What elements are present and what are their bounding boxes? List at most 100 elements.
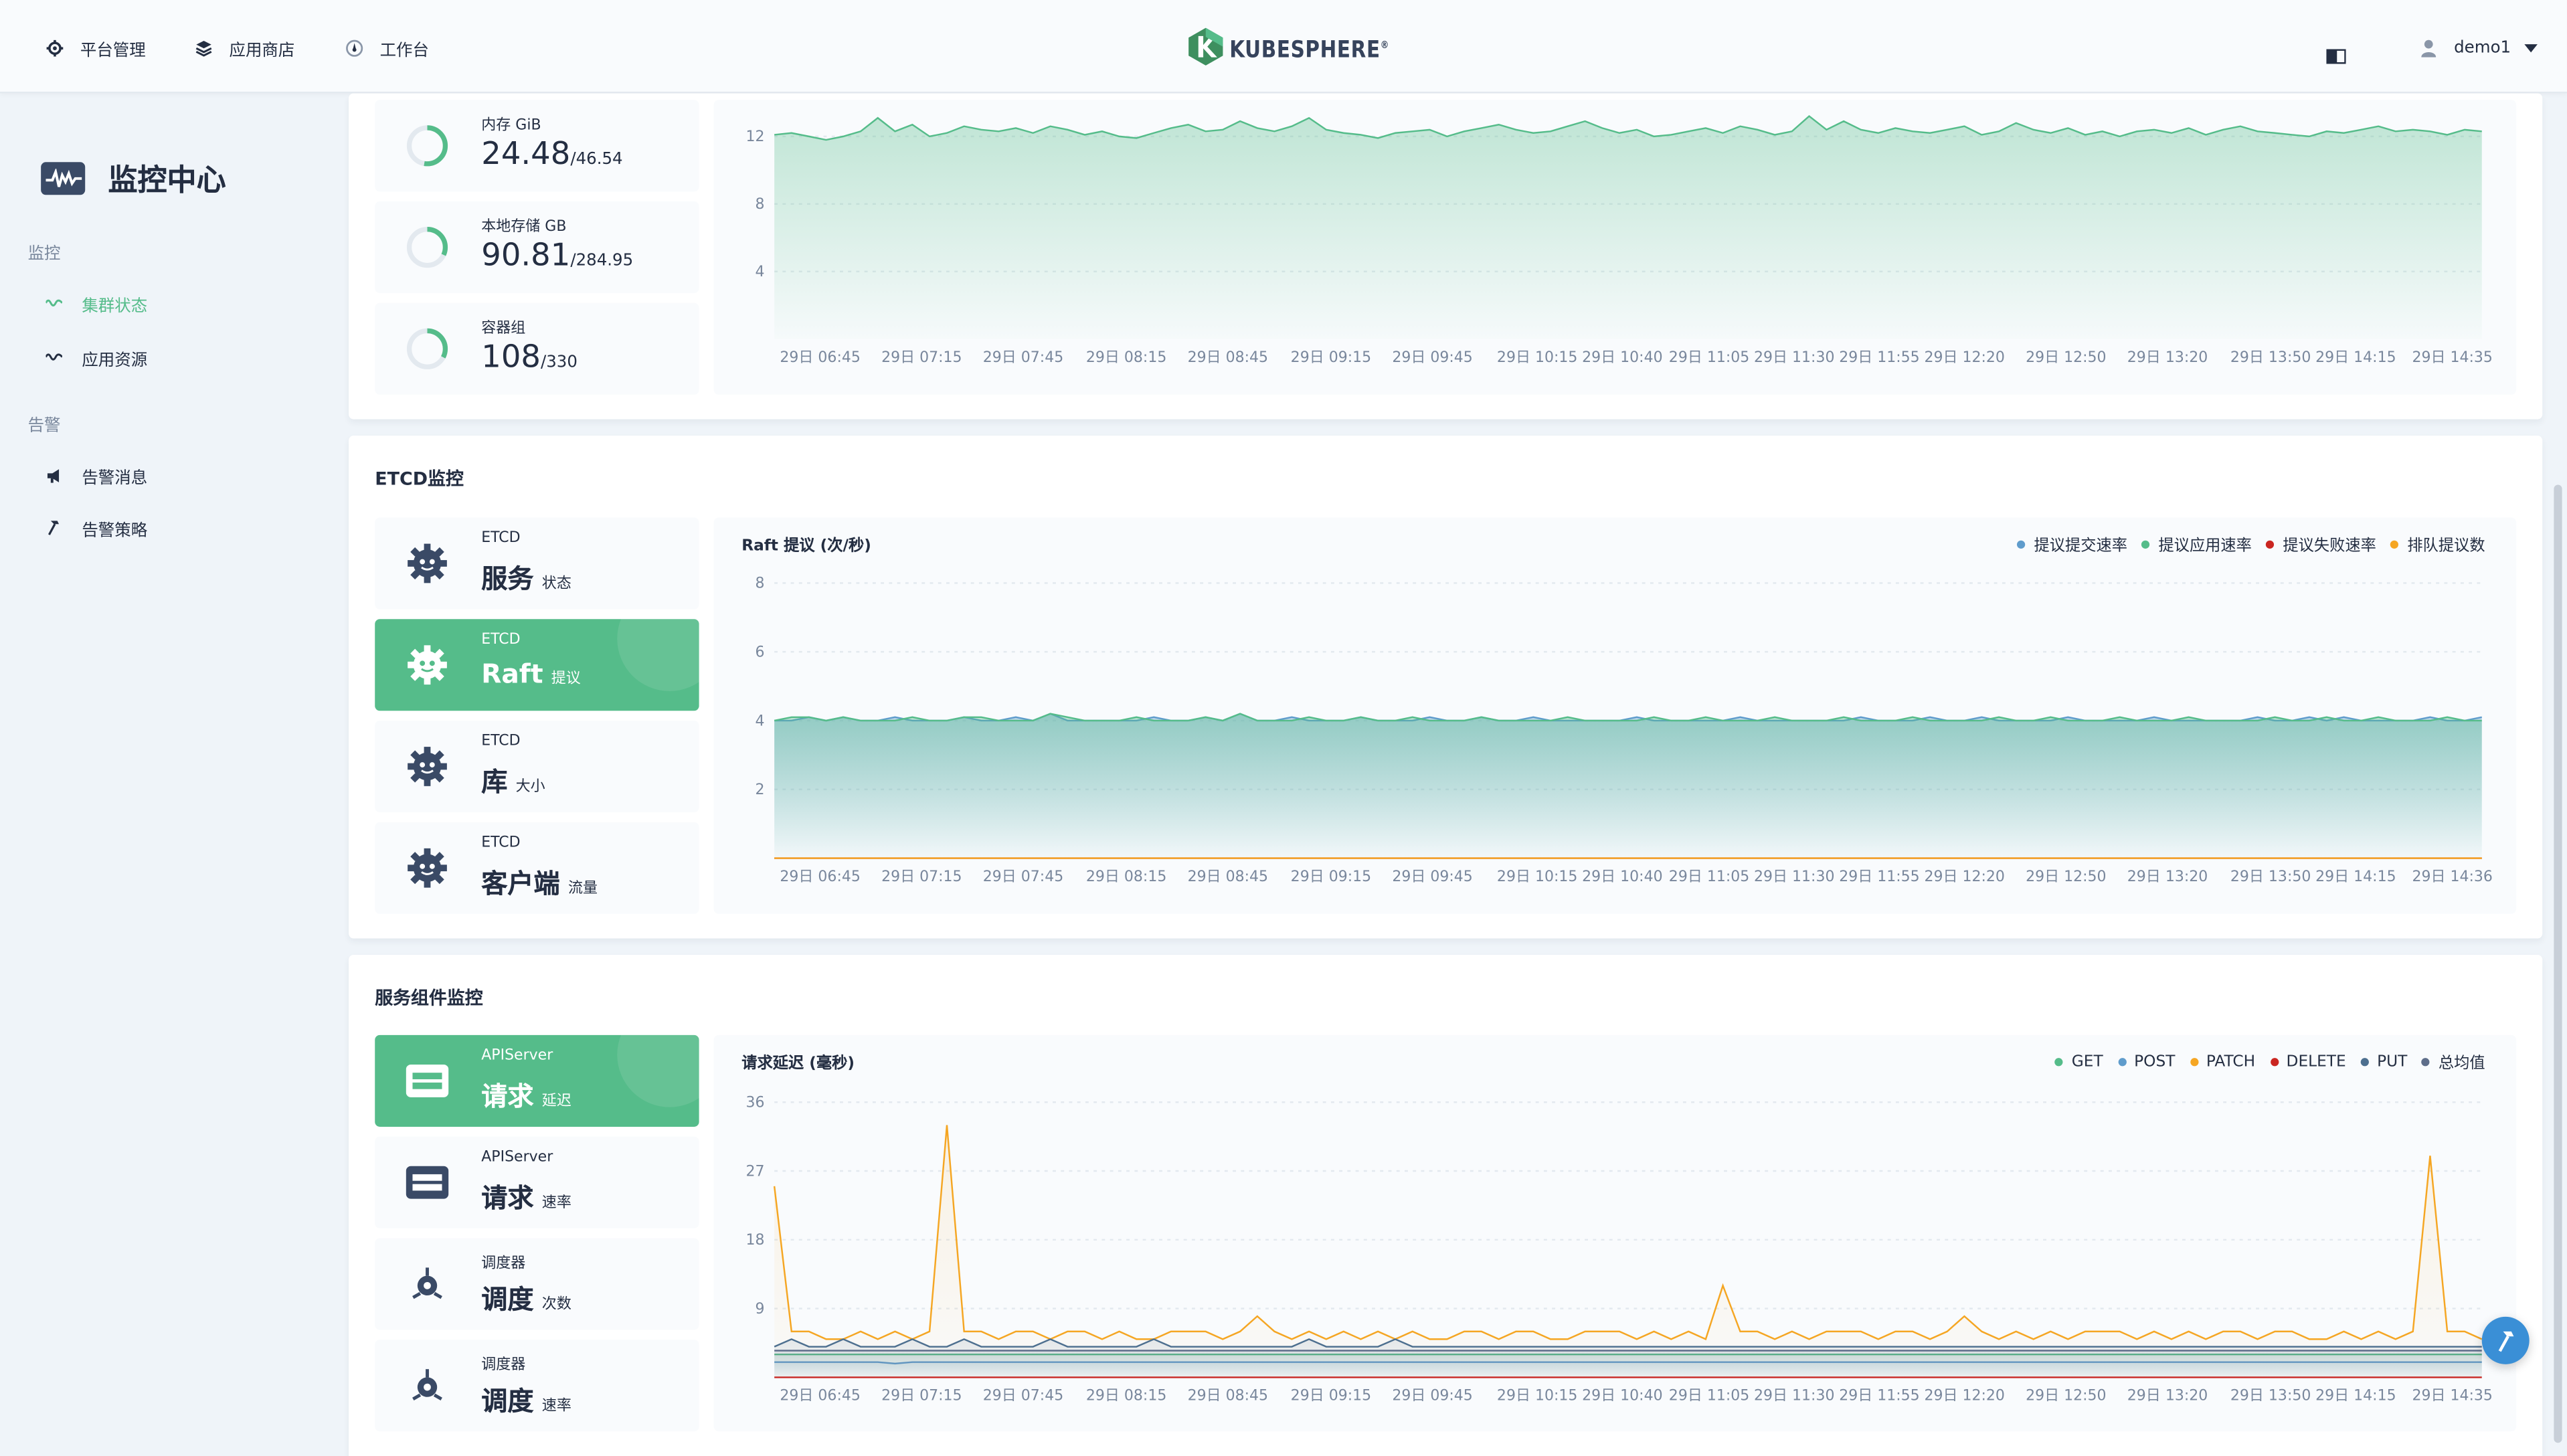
resource-chart-svg: 4 8 12 29日 06:45 29日 07:15 29日 07:45 29日 08:15… — [745, 114, 2493, 366]
y-tick-label: 4 — [755, 713, 764, 729]
etcd-panel-title: ETCD监控 — [375, 468, 464, 490]
card-main: 库大小 — [481, 766, 545, 798]
apiserver-request-latency-card[interactable]: APIServer 请求 延迟 — [375, 1034, 699, 1127]
etcd-icon — [404, 743, 450, 790]
x-tick-label: 29日 11:05 — [1669, 349, 1749, 366]
card-label: ETCD — [481, 632, 521, 649]
workbench-icon — [344, 37, 363, 57]
user-icon — [2421, 39, 2437, 57]
card-main: 请求 延迟 — [481, 1081, 571, 1112]
x-tick-label: 29日 06:45 — [780, 349, 860, 366]
x-tick-label: 29日 11:55 — [1839, 1388, 1919, 1404]
x-tick-label: 29日 10:15 — [1497, 869, 1577, 885]
chevron-down-icon — [2524, 43, 2538, 52]
sidebar-item-alert-messages[interactable]: 告警消息 — [46, 462, 147, 488]
x-tick-label: 29日 07:45 — [983, 349, 1063, 366]
series-area — [774, 1125, 2482, 1378]
apiserver-request-rate-card[interactable]: APIServer 请求 速率 — [375, 1136, 699, 1228]
x-tick-label: 29日 08:15 — [1086, 1388, 1166, 1404]
raft-proposal-chart[interactable]: Raft 提议 (次/秒) 提议提交速率 提议应用速率 提议失败速率 排队提议数… — [713, 517, 2517, 914]
card-label: ETCD — [481, 835, 521, 852]
series-line — [773, 1125, 2483, 1341]
x-tick-label: 29日 09:15 — [1291, 869, 1371, 885]
x-tick-label: 29日 11:30 — [1754, 1388, 1834, 1404]
x-tick-label: 29日 10:40 — [1582, 349, 1662, 366]
scheduler-rate-card[interactable]: 调度器 调度 速率 — [375, 1340, 699, 1432]
y-tick-label: 2 — [755, 782, 764, 798]
etcd-service-status-card[interactable]: ETCD 服务 状态 — [375, 517, 699, 610]
scheduler-count-card[interactable]: 调度器 调度 次数 — [375, 1238, 699, 1330]
hammer-icon — [46, 519, 62, 535]
request-latency-chart[interactable]: 请求延迟 (毫秒) GET POST PATCH DELETE PUT 总均值 … — [713, 1034, 2517, 1432]
etcd-raft-proposal-card[interactable]: ETCD Raft 提议 — [375, 619, 699, 711]
sidebar-item-app-resources[interactable]: 应用资源 — [46, 344, 147, 370]
y-tick-label: 18 — [745, 1232, 764, 1249]
sidebar-item-label: 集群状态 — [82, 297, 148, 316]
x-tick-label: 29日 11:30 — [1754, 349, 1834, 366]
sidebar-group-monitoring: 监控 — [27, 246, 61, 264]
x-tick-label: 29日 11:30 — [1754, 869, 1834, 885]
card-main: Raft 提议 — [481, 658, 581, 690]
sidebar-item-label: 告警策略 — [82, 521, 148, 540]
x-tick-label: 29日 07:15 — [881, 349, 962, 366]
x-tick-label: 29日 11:55 — [1839, 869, 1919, 885]
memory-card[interactable]: 内存 GiB 24.48/46.54 — [375, 100, 699, 192]
toolbox-button[interactable] — [2481, 1316, 2530, 1364]
x-tick-label: 29日 11:05 — [1669, 869, 1749, 885]
x-tick-label: 29日 10:40 — [1582, 1388, 1662, 1404]
x-tick-label: 29日 08:45 — [1188, 349, 1268, 366]
x-tick-label: 29日 13:50 — [2230, 869, 2311, 885]
resource-chart[interactable]: 4 8 12 29日 06:45 29日 07:15 29日 07:45 29日 08:15… — [713, 100, 2517, 395]
card-label: 调度器 — [481, 1358, 526, 1374]
x-tick-label: 29日 10:15 — [1497, 1388, 1577, 1404]
y-tick-label: 4 — [755, 264, 764, 280]
y-tick-label: 9 — [755, 1301, 764, 1317]
card-value: 90.81/284.95 — [481, 237, 634, 274]
gear-icon — [44, 37, 64, 57]
nav-app-store[interactable]: 应用商店 — [193, 33, 294, 62]
y-tick-label: 27 — [745, 1163, 764, 1180]
nav-label: 平台管理 — [80, 41, 146, 60]
card-main: 服务 状态 — [481, 563, 571, 595]
card-value: 24.48/46.54 — [481, 136, 623, 172]
layout-toggle-icon[interactable] — [2326, 39, 2346, 64]
nav-workbench[interactable]: 工作台 — [344, 33, 429, 62]
y-tick-label: 12 — [745, 128, 764, 145]
series-line — [774, 713, 2482, 722]
x-tick-label: 29日 13:20 — [2127, 349, 2208, 366]
x-tick-label: 29日 08:15 — [1086, 869, 1166, 885]
x-tick-label: 29日 11:05 — [1669, 1388, 1749, 1404]
card-main: 调度 次数 — [481, 1283, 571, 1315]
monitor-center-icon — [41, 162, 86, 195]
scrollbar-thumb[interactable] — [2554, 484, 2562, 1443]
user-menu[interactable]: demo1 — [2421, 33, 2538, 62]
app-store-icon — [193, 37, 213, 57]
page-scrollbar[interactable] — [2550, 98, 2564, 1456]
x-tick-label: 29日 13:20 — [2127, 869, 2208, 885]
sidebar-title-text: 监控中心 — [108, 163, 226, 199]
etcd-icon — [404, 642, 450, 688]
nav-platform-management[interactable]: 平台管理 — [44, 33, 146, 62]
kubesphere-logo[interactable]: KUBESPHERE® — [1188, 27, 1415, 72]
etcd-client-traffic-card[interactable]: ETCD 客户端 流量 — [375, 822, 699, 914]
card-label: 调度器 — [481, 1256, 526, 1273]
sidebar-item-alert-policies[interactable]: 告警策略 — [46, 515, 147, 541]
x-tick-label: 29日 14:35 — [2412, 349, 2492, 366]
x-tick-label: 29日 11:55 — [1839, 349, 1919, 366]
local-storage-card[interactable]: 本地存储 GB 90.81/284.95 — [375, 201, 699, 294]
x-tick-label: 29日 08:15 — [1086, 349, 1166, 366]
x-tick-label: 29日 12:50 — [2026, 349, 2106, 366]
card-label: ETCD — [481, 531, 521, 547]
logo-text: KUBESPHERE® — [1229, 37, 1390, 64]
pods-card[interactable]: 容器组 108/330 — [375, 302, 699, 395]
etcd-db-size-card[interactable]: ETCD 库大小 — [375, 720, 699, 813]
y-tick-label: 8 — [755, 196, 764, 213]
x-tick-label: 29日 09:45 — [1392, 1388, 1472, 1404]
x-tick-label: 29日 07:15 — [881, 869, 962, 885]
service-components-panel: 服务组件监控 APIServer 请求 延迟 APIServer 请求 速率 调度器… — [349, 954, 2543, 1456]
raft-proposal-chart-svg: 2 4 6 8 29日 06:45 29日 07:15 29日 07:45 29日 08:15… — [755, 575, 2492, 885]
x-tick-label: 29日 14:15 — [2315, 1388, 2396, 1404]
y-tick-label: 8 — [755, 575, 764, 592]
x-tick-label: 29日 12:20 — [1924, 349, 2004, 366]
sidebar-item-cluster-status[interactable]: 集群状态 — [46, 290, 147, 316]
